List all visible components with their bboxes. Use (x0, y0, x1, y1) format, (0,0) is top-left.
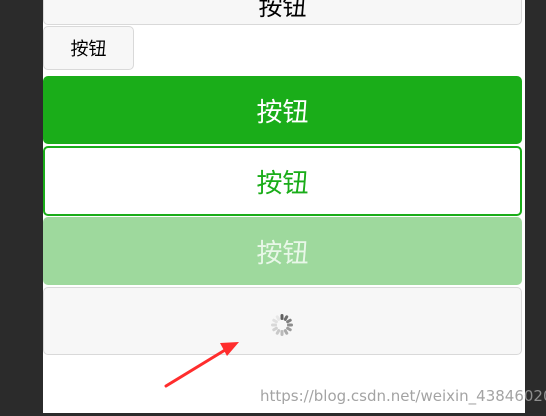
source-watermark: https://blog.csdn.net/weixin_43846020 (260, 387, 546, 405)
disabled-primary-button-label: 按钮 (256, 238, 309, 269)
primary-button-label: 按钮 (256, 97, 309, 128)
arrow-icon (164, 342, 239, 388)
left-dark-panel (0, 0, 43, 416)
loading-spinner-icon (271, 314, 293, 336)
screenshot-frame: 按钮 按钮 按钮 按钮 按钮 https://blog.csdn.net/wei… (0, 0, 546, 416)
top-partial-button[interactable]: 按钮 (43, 0, 522, 25)
top-partial-button-label: 按钮 (258, 0, 307, 21)
mini-button[interactable]: 按钮 (43, 26, 134, 70)
disabled-primary-button: 按钮 (43, 217, 522, 285)
right-dark-panel (525, 0, 546, 416)
plain-primary-button[interactable]: 按钮 (43, 146, 522, 216)
primary-button[interactable]: 按钮 (43, 76, 522, 144)
mini-button-label: 按钮 (70, 39, 107, 60)
plain-primary-button-label: 按钮 (256, 168, 309, 199)
